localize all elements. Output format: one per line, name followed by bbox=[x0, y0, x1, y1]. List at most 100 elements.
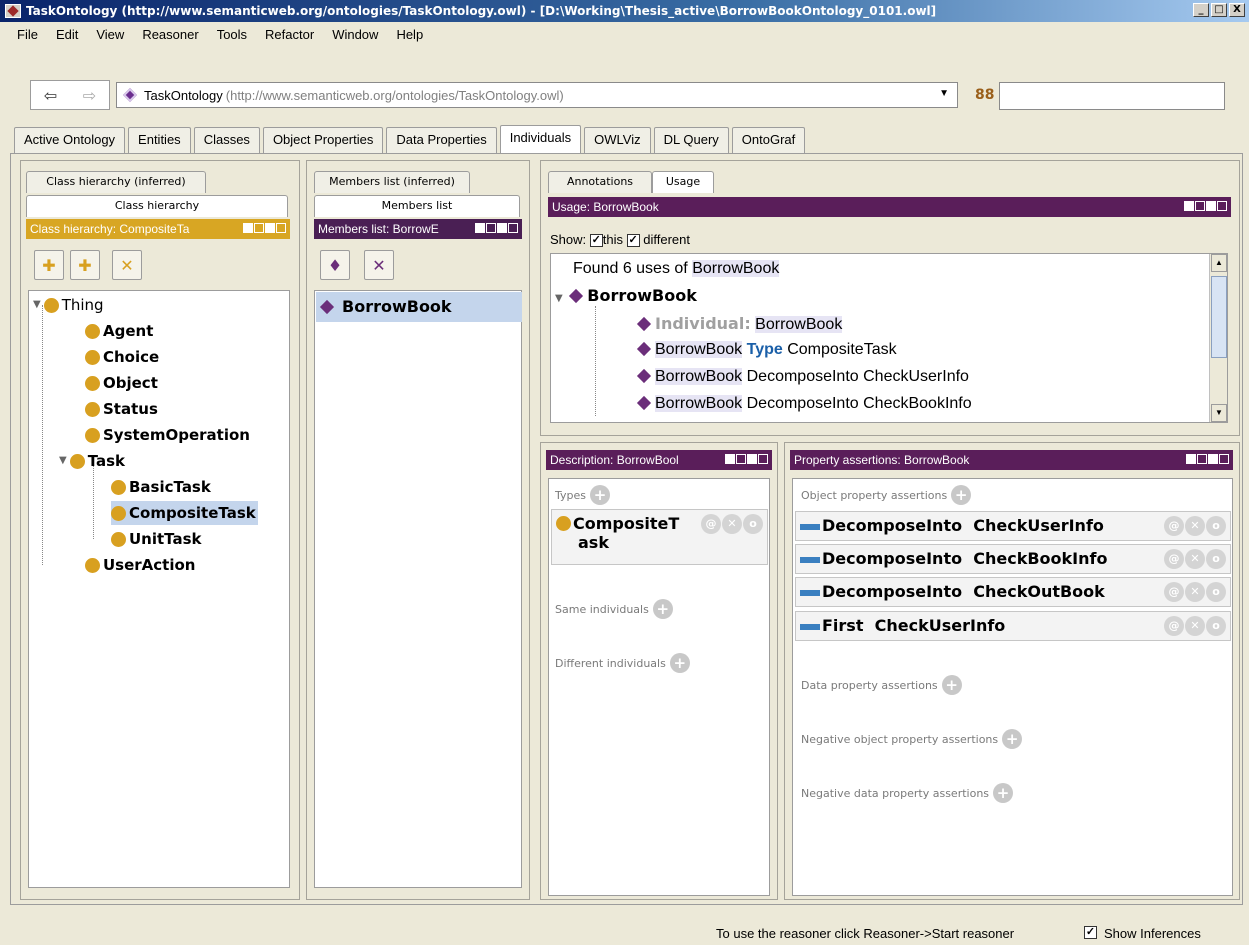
view-maximize-icon[interactable] bbox=[265, 223, 275, 233]
menu-refactor[interactable]: Refactor bbox=[256, 27, 323, 42]
tab-class-hierarchy-inferred[interactable]: Class hierarchy (inferred) bbox=[26, 171, 206, 193]
view-minimize-icon[interactable] bbox=[254, 223, 264, 233]
tree-node-basictask[interactable]: BasicTask bbox=[111, 475, 211, 499]
delete-icon[interactable]: ✕ bbox=[1185, 582, 1205, 602]
delete-class-button[interactable]: ✕ bbox=[112, 250, 142, 280]
add-sibling-class-button[interactable]: ✚ bbox=[70, 250, 100, 280]
view-split-icon[interactable] bbox=[243, 223, 253, 233]
add-object-property-icon[interactable]: + bbox=[951, 485, 972, 505]
delete-icon[interactable]: ✕ bbox=[1185, 616, 1205, 636]
view-maximize-icon[interactable] bbox=[747, 454, 757, 464]
different-checkbox[interactable]: ✓ bbox=[626, 234, 640, 248]
tab-classes[interactable]: Classes bbox=[193, 127, 260, 153]
annotate-icon[interactable]: @ bbox=[701, 514, 721, 534]
usage-row[interactable]: Individual: BorrowBook bbox=[636, 314, 843, 334]
view-split-icon[interactable] bbox=[475, 223, 485, 233]
view-maximize-icon[interactable] bbox=[1208, 454, 1218, 464]
add-type-icon[interactable]: + bbox=[590, 485, 610, 505]
view-close-icon[interactable] bbox=[1217, 201, 1227, 211]
add-same-individual-icon[interactable]: + bbox=[652, 599, 673, 619]
tab-object-properties[interactable]: Object Properties bbox=[262, 127, 384, 153]
assertion-row[interactable]: DecomposeInto CheckUserInfo @ ✕ o bbox=[795, 511, 1231, 541]
view-minimize-icon[interactable] bbox=[1197, 454, 1207, 464]
view-minimize-icon[interactable] bbox=[486, 223, 496, 233]
expanded-triangle-icon[interactable]: ▼ bbox=[555, 293, 563, 304]
tree-node-systemoperation[interactable]: SystemOperation bbox=[85, 423, 250, 447]
usage-row[interactable]: BorrowBook Type CompositeTask bbox=[636, 341, 897, 359]
tree-node-status[interactable]: Status bbox=[85, 397, 158, 421]
tree-node-compositetask[interactable]: CompositeTask bbox=[111, 501, 258, 525]
view-maximize-icon[interactable] bbox=[1206, 201, 1216, 211]
annotate-icon[interactable]: @ bbox=[1164, 616, 1184, 636]
ontology-selector[interactable]: TaskOntology (http://www.semanticweb.org… bbox=[116, 82, 958, 108]
tab-data-properties[interactable]: Data Properties bbox=[386, 127, 497, 153]
menu-file[interactable]: File bbox=[8, 27, 47, 42]
delete-icon[interactable]: ✕ bbox=[1185, 516, 1205, 536]
members-list[interactable]: BorrowBook bbox=[314, 290, 522, 888]
edit-icon[interactable]: o bbox=[1206, 549, 1226, 569]
view-maximize-icon[interactable] bbox=[497, 223, 507, 233]
list-item[interactable]: BorrowBook bbox=[316, 292, 522, 322]
close-button[interactable]: X bbox=[1229, 3, 1245, 17]
edit-icon[interactable]: o bbox=[1206, 516, 1226, 536]
menu-window[interactable]: Window bbox=[323, 27, 387, 42]
tree-node-useraction[interactable]: UserAction bbox=[85, 553, 195, 577]
type-row[interactable]: CompositeT ask @ ✕ o bbox=[551, 509, 768, 565]
forward-arrow-icon[interactable]: ⇨ bbox=[83, 86, 96, 105]
menu-tools[interactable]: Tools bbox=[208, 27, 256, 42]
scroll-thumb[interactable] bbox=[1211, 276, 1227, 358]
view-close-icon[interactable] bbox=[758, 454, 768, 464]
view-close-icon[interactable] bbox=[508, 223, 518, 233]
menu-view[interactable]: View bbox=[87, 27, 133, 42]
expanded-triangle-icon[interactable]: ▼ bbox=[33, 293, 41, 317]
delete-icon[interactable]: ✕ bbox=[1185, 549, 1205, 569]
add-data-property-icon[interactable]: + bbox=[941, 675, 962, 695]
usage-root[interactable]: ▼ BorrowBook bbox=[555, 286, 697, 305]
scroll-down-icon[interactable]: ▼ bbox=[1211, 404, 1227, 422]
view-minimize-icon[interactable] bbox=[736, 454, 746, 464]
annotate-icon[interactable]: @ bbox=[1164, 516, 1184, 536]
annotate-icon[interactable]: @ bbox=[1164, 582, 1184, 602]
edit-icon[interactable]: o bbox=[1206, 616, 1226, 636]
add-subclass-button[interactable]: ✚ bbox=[34, 250, 64, 280]
usage-row[interactable]: BorrowBook DecomposeInto CheckUserInfo bbox=[636, 368, 969, 386]
delete-icon[interactable]: ✕ bbox=[722, 514, 742, 534]
this-checkbox[interactable]: ✓ bbox=[589, 234, 603, 248]
edit-icon[interactable]: o bbox=[1206, 582, 1226, 602]
tree-node-choice[interactable]: Choice bbox=[85, 345, 159, 369]
tree-node-unittask[interactable]: UnitTask bbox=[111, 527, 202, 551]
maximize-button[interactable]: □ bbox=[1211, 3, 1227, 17]
tree-node-agent[interactable]: Agent bbox=[85, 319, 153, 343]
menu-edit[interactable]: Edit bbox=[47, 27, 87, 42]
add-negative-object-property-icon[interactable]: + bbox=[1002, 729, 1023, 749]
edit-icon[interactable]: o bbox=[743, 514, 763, 534]
chevron-down-icon[interactable]: ▼ bbox=[939, 88, 949, 99]
add-individual-button[interactable]: ♦ bbox=[320, 250, 350, 280]
tab-entities[interactable]: Entities bbox=[128, 127, 191, 153]
tab-members-list[interactable]: Members list bbox=[314, 195, 520, 217]
add-different-individual-icon[interactable]: + bbox=[669, 653, 690, 673]
scroll-up-icon[interactable]: ▲ bbox=[1211, 254, 1227, 272]
minimize-button[interactable]: _ bbox=[1193, 3, 1209, 17]
view-close-icon[interactable] bbox=[1219, 454, 1229, 464]
search-input[interactable] bbox=[999, 82, 1225, 110]
expanded-triangle-icon[interactable]: ▼ bbox=[59, 449, 67, 473]
class-hierarchy-tree[interactable]: ▼ Thing Agent Choice Object Status Syste… bbox=[28, 290, 290, 888]
delete-individual-button[interactable]: ✕ bbox=[364, 250, 394, 280]
usage-row[interactable]: BorrowBook DecomposeInto CheckBookInfo bbox=[636, 395, 972, 413]
assertion-row[interactable]: First CheckUserInfo @ ✕ o bbox=[795, 611, 1231, 641]
tab-ontograf[interactable]: OntoGraf bbox=[731, 127, 806, 153]
tab-usage[interactable]: Usage bbox=[652, 171, 714, 193]
tree-node-thing[interactable]: ▼ Thing bbox=[33, 293, 104, 317]
view-split-icon[interactable] bbox=[1184, 201, 1194, 211]
back-arrow-icon[interactable]: ⇦ bbox=[44, 86, 57, 105]
tab-owlviz[interactable]: OWLViz bbox=[584, 127, 651, 153]
tab-members-list-inferred[interactable]: Members list (inferred) bbox=[314, 171, 470, 193]
tab-dl-query[interactable]: DL Query bbox=[653, 127, 729, 153]
usage-list[interactable]: Found 6 uses of BorrowBook ▼ BorrowBook … bbox=[550, 253, 1228, 423]
annotate-icon[interactable]: @ bbox=[1164, 549, 1184, 569]
tab-active-ontology[interactable]: Active Ontology bbox=[14, 127, 126, 153]
view-close-icon[interactable] bbox=[276, 223, 286, 233]
view-minimize-icon[interactable] bbox=[1195, 201, 1205, 211]
view-split-icon[interactable] bbox=[1186, 454, 1196, 464]
